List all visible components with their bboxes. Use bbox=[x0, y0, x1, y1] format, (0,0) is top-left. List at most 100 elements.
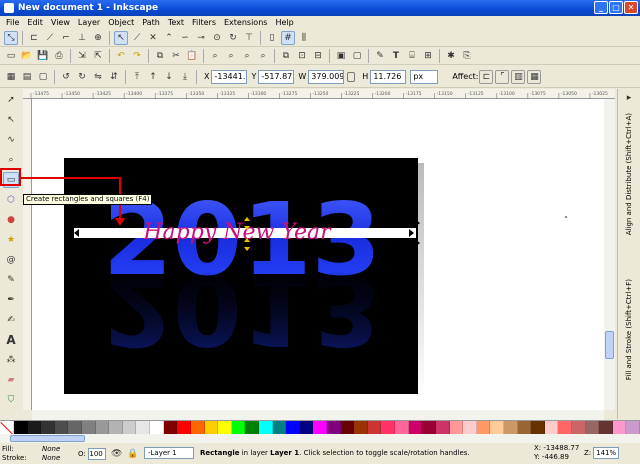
rotate-ccw-icon[interactable]: ↺ bbox=[59, 70, 73, 84]
save-icon[interactable]: 💾 bbox=[36, 49, 50, 63]
minimize-button[interactable]: _ bbox=[594, 1, 608, 14]
color-swatch[interactable] bbox=[517, 421, 532, 435]
snap-corner-icon[interactable]: ⌐ bbox=[59, 31, 73, 45]
lock-ratio-icon[interactable] bbox=[347, 71, 356, 82]
node-tool-icon[interactable]: ↖ bbox=[3, 112, 19, 128]
flip-vertical-icon[interactable]: ⇵ bbox=[107, 70, 121, 84]
close-button[interactable]: ✕ bbox=[624, 1, 638, 14]
preferences-icon[interactable]: ✱ bbox=[444, 49, 458, 63]
current-layer-select[interactable]: -Layer 1 bbox=[144, 447, 194, 459]
snap-page-icon[interactable]: ▯ bbox=[265, 31, 279, 45]
cut-icon[interactable]: ✂ bbox=[169, 49, 183, 63]
color-swatch[interactable] bbox=[626, 421, 640, 435]
tweak-tool-icon[interactable]: ∿ bbox=[3, 132, 19, 148]
menu-filters[interactable]: Filters bbox=[188, 18, 220, 27]
eraser-tool-icon[interactable]: ▰ bbox=[3, 372, 19, 388]
color-swatch[interactable] bbox=[286, 421, 300, 435]
color-swatch[interactable] bbox=[327, 421, 341, 435]
layer-lock-icon[interactable]: 🔒 bbox=[126, 447, 140, 461]
snap-object-mid-icon[interactable]: ⊙ bbox=[210, 31, 224, 45]
zoom-drawing-icon[interactable]: ⌕ bbox=[224, 49, 238, 63]
color-swatch[interactable] bbox=[95, 421, 110, 435]
affect-gradient-icon[interactable]: ▥ bbox=[511, 69, 526, 84]
raise-icon[interactable]: ↑ bbox=[146, 70, 160, 84]
affect-corners-icon[interactable]: ⌜ bbox=[495, 69, 510, 84]
flip-horizontal-icon[interactable]: ⇋ bbox=[91, 70, 105, 84]
snap-grid-icon[interactable]: # bbox=[281, 30, 295, 45]
align-distribute-icon[interactable]: ⊞ bbox=[421, 49, 435, 63]
zoom-width-icon[interactable]: ⌕ bbox=[256, 49, 270, 63]
color-swatch[interactable] bbox=[245, 421, 259, 435]
spiral-tool-icon[interactable]: @ bbox=[3, 252, 19, 268]
color-swatch[interactable] bbox=[68, 421, 83, 435]
snap-bbox-icon[interactable]: ⊏ bbox=[27, 31, 41, 45]
drawing-canvas[interactable]: 2013 2013 Happy New Year bbox=[32, 99, 604, 410]
maximize-button[interactable]: □ bbox=[609, 1, 623, 14]
stroke-value[interactable]: None bbox=[42, 454, 60, 463]
star-tool-icon[interactable]: ★ bbox=[3, 232, 19, 248]
duplicate-icon[interactable]: ⧉ bbox=[279, 49, 293, 63]
y-input[interactable] bbox=[258, 69, 295, 84]
unlink-clone-icon[interactable]: ⊟ bbox=[311, 49, 325, 63]
horizontal-scrollbar[interactable] bbox=[32, 410, 604, 420]
3d-box-tool-icon[interactable]: ⬡ bbox=[3, 192, 19, 208]
menu-object[interactable]: Object bbox=[104, 18, 138, 27]
deselect-icon[interactable]: ▢ bbox=[36, 70, 50, 84]
snap-cusp-icon[interactable]: ⌃ bbox=[162, 31, 176, 45]
copy-icon[interactable]: ⧉ bbox=[153, 49, 167, 63]
snap-line-mid-icon[interactable]: ⊸ bbox=[194, 31, 208, 45]
dock-collapse-icon[interactable]: ▸ bbox=[622, 91, 636, 105]
color-swatch[interactable] bbox=[435, 421, 450, 435]
paint-bucket-tool-icon[interactable]: ⛉ bbox=[3, 392, 19, 408]
color-swatch[interactable] bbox=[109, 421, 123, 435]
color-swatch[interactable] bbox=[354, 421, 368, 435]
spray-tool-icon[interactable]: ⁂ bbox=[3, 352, 19, 368]
fill-stroke-icon[interactable]: ✎ bbox=[373, 49, 387, 63]
snap-paths-icon[interactable]: ⟋ bbox=[130, 31, 144, 45]
color-swatch[interactable] bbox=[190, 421, 205, 435]
color-swatch[interactable] bbox=[313, 421, 328, 435]
color-swatch[interactable] bbox=[408, 421, 423, 435]
color-swatch[interactable] bbox=[122, 421, 137, 435]
paste-icon[interactable]: 📋 bbox=[185, 49, 199, 63]
raise-top-icon[interactable]: ⤒ bbox=[130, 70, 144, 84]
snap-center-icon[interactable]: ⊕ bbox=[91, 31, 105, 45]
h-input[interactable] bbox=[370, 69, 407, 84]
affect-pattern-icon[interactable]: ▦ bbox=[527, 69, 542, 84]
menu-file[interactable]: File bbox=[2, 18, 23, 27]
menu-help[interactable]: Help bbox=[271, 18, 297, 27]
menu-view[interactable]: View bbox=[47, 18, 74, 27]
color-swatch[interactable] bbox=[463, 421, 477, 435]
color-swatch[interactable] bbox=[395, 421, 409, 435]
color-swatch[interactable] bbox=[490, 421, 504, 435]
color-swatch[interactable] bbox=[41, 421, 55, 435]
align-distribute-tab[interactable]: Align and Distribute (Shift+Ctrl+A) bbox=[625, 113, 633, 235]
menu-extensions[interactable]: Extensions bbox=[220, 18, 271, 27]
menu-layer[interactable]: Layer bbox=[74, 18, 104, 27]
menu-edit[interactable]: Edit bbox=[23, 18, 47, 27]
snap-toggle-icon[interactable]: ⤡ bbox=[4, 30, 18, 45]
unit-select[interactable]: px bbox=[410, 69, 439, 84]
menu-path[interactable]: Path bbox=[138, 18, 164, 27]
x-input[interactable] bbox=[211, 69, 248, 84]
lower-icon[interactable]: ↓ bbox=[162, 70, 176, 84]
color-swatch[interactable] bbox=[14, 421, 28, 435]
export-icon[interactable]: ⇱ bbox=[91, 49, 105, 63]
color-swatch[interactable] bbox=[367, 421, 382, 435]
script-text[interactable]: Happy New Year bbox=[142, 220, 332, 245]
no-paint-swatch[interactable] bbox=[0, 421, 14, 435]
menu-text[interactable]: Text bbox=[164, 18, 188, 27]
zoom-page-icon[interactable]: ⌕ bbox=[240, 49, 254, 63]
pen-tool-icon[interactable]: ✒ bbox=[3, 292, 19, 308]
color-swatch[interactable] bbox=[258, 421, 273, 435]
color-swatch[interactable] bbox=[299, 421, 314, 435]
import-icon[interactable]: ⇲ bbox=[75, 49, 89, 63]
calligraphy-tool-icon[interactable]: ✍ bbox=[3, 312, 19, 328]
color-swatch[interactable] bbox=[558, 421, 572, 435]
redo-icon[interactable]: ↷ bbox=[130, 49, 144, 63]
color-swatch[interactable] bbox=[422, 421, 436, 435]
color-swatch[interactable] bbox=[136, 421, 151, 435]
color-swatch[interactable] bbox=[272, 421, 287, 435]
vertical-scrollbar[interactable] bbox=[604, 99, 615, 410]
vertical-scroll-thumb[interactable] bbox=[605, 331, 614, 359]
